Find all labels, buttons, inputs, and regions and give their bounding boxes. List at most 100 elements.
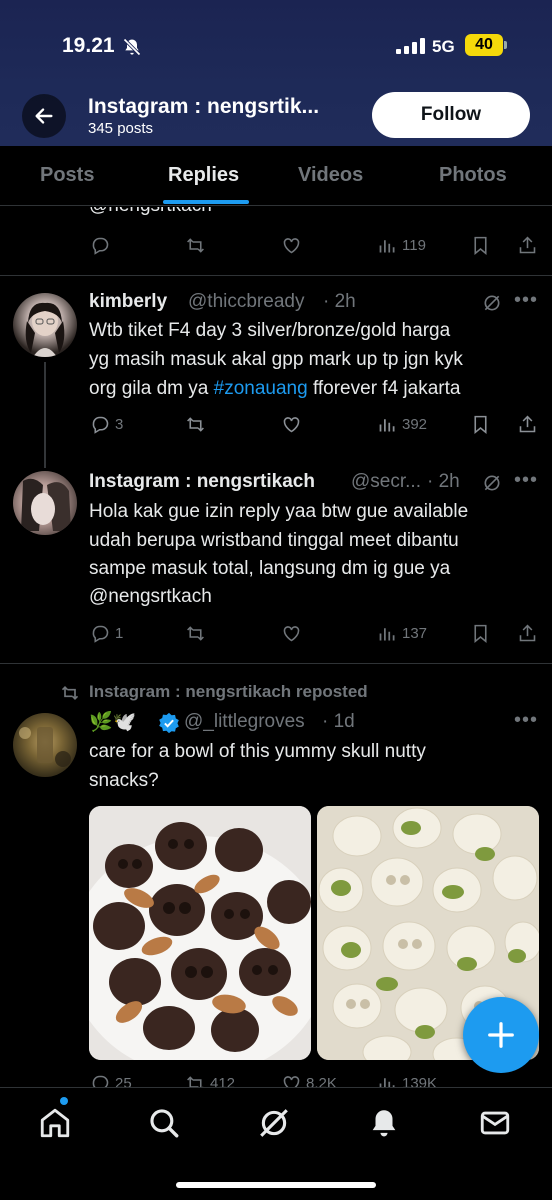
reply-action[interactable] [90,235,111,256]
like-count: 8.2K [306,1075,337,1087]
author-handle[interactable]: @thiccbready [188,291,304,313]
avatar-illustration [21,478,71,531]
bookmark-icon [474,415,487,435]
avatar[interactable] [13,713,77,777]
avatar[interactable] [13,293,77,357]
chocolate-skulls-illustration [89,806,311,1060]
post-text-line: @nengsrtkach [89,586,212,607]
grok-icon[interactable] [482,293,502,313]
back-button[interactable] [22,94,66,138]
share-icon [519,624,536,642]
replies-feed[interactable]: @nengsrtkach 119 kimberly @thiccbready ·… [0,207,552,1087]
post-text-line: yg masih masuk akal gpp mark up tp jgn k… [89,349,463,370]
more-options-button[interactable]: ••• [514,469,538,492]
reply-icon [92,625,109,643]
like-action[interactable]: 8.2K [281,1073,337,1087]
like-action[interactable] [281,414,302,435]
tab-photos[interactable]: Photos [439,164,507,187]
repost-icon [187,626,204,641]
bookmark-icon [474,236,487,256]
repost-count: 412 [210,1075,236,1087]
repost-action[interactable] [185,623,206,644]
battery-level: 40 [465,34,503,56]
author-emoji[interactable]: 🌿🕊️ [89,710,136,734]
tab-videos[interactable]: Videos [298,164,363,187]
tab-posts[interactable]: Posts [40,164,94,187]
author-name[interactable]: Instagram : nengsrtikach [89,471,315,493]
bookmark-action[interactable] [470,414,491,435]
post-text: org gila dm ya [89,378,214,399]
reply-action[interactable]: 3 [90,414,123,435]
views-action[interactable]: 392 [377,414,427,435]
like-action[interactable] [281,623,302,644]
share-action[interactable] [517,414,538,435]
notifications-icon[interactable] [367,1106,401,1140]
tab-replies[interactable]: Replies [168,164,239,187]
like-icon [283,238,300,254]
reply-count: 25 [115,1075,132,1087]
reply-icon [92,237,109,255]
search-icon[interactable] [147,1106,181,1140]
hashtag-link[interactable]: #zonauang [214,378,308,399]
views-count: 139K [402,1075,438,1087]
views-icon [379,419,395,432]
fragment-text: @nengsrtkach [89,207,212,217]
views-icon [379,1078,395,1087]
signal-icon [396,38,425,54]
battery-nub [504,41,507,49]
home-icon[interactable] [38,1106,72,1140]
post-text-line: Hola kak gue izin reply yaa btw gue avai… [89,501,469,522]
repost-icon [187,238,204,253]
follow-button[interactable]: Follow [372,92,530,138]
reply-icon [92,1075,109,1087]
repost-label[interactable]: Instagram : nengsrtikach reposted [89,682,368,702]
reply-icon [92,416,109,434]
bookmark-action[interactable] [470,235,491,256]
grok-icon[interactable] [257,1106,291,1140]
share-action[interactable] [517,623,538,644]
profile-name: Instagram : nengsrtik... [88,95,320,118]
repost-icon [187,1076,204,1087]
reply-count: 3 [115,416,124,433]
author-handle[interactable]: @_littlegroves [184,711,305,733]
unread-indicator [60,1097,68,1105]
verified-icon [159,712,179,734]
author-name[interactable]: kimberly [89,291,167,313]
mail-icon[interactable] [478,1106,512,1140]
post-text-line: sampe masuk total, langsung dm ig gue ya [89,558,451,579]
post-count: 345 posts [88,120,154,137]
author-handle[interactable]: @secr... [351,471,421,493]
post-time: · 2h [427,471,460,492]
reply-action[interactable]: 25 [90,1073,132,1087]
avatar[interactable] [13,471,77,535]
bell-off-icon [123,38,141,56]
share-icon [519,236,536,254]
views-action[interactable]: 137 [377,623,427,644]
post-text-line: care for a bowl of this yummy skull nutt… [89,741,426,762]
post-text: fforever f4 jakarta [307,378,461,399]
back-arrow-icon [35,108,53,124]
profile-header: 19.21 5G 40 Instagram : nengsrtik... 345… [0,0,552,146]
bookmark-action[interactable] [470,623,491,644]
compose-button[interactable] [463,997,539,1073]
home-indicator[interactable] [176,1182,376,1188]
reply-action[interactable]: 1 [90,623,123,644]
more-options-button[interactable]: ••• [514,289,538,312]
like-action[interactable] [281,235,302,256]
repost-action[interactable] [185,235,206,256]
post-text-line: udah berupa wristband tinggal meet diban… [89,530,459,551]
grok-icon[interactable] [482,473,502,493]
more-options-button[interactable]: ••• [514,709,538,732]
repost-action[interactable] [185,414,206,435]
share-action[interactable] [517,235,538,256]
repost-action[interactable]: 412 [185,1073,235,1087]
views-action[interactable]: 139K [377,1073,437,1087]
views-action[interactable]: 119 [377,235,426,256]
post-text-line: snacks? [89,770,159,791]
views-count: 119 [402,237,426,254]
post-text-line: org gila dm ya #zonauang fforever f4 jak… [89,378,460,400]
status-time: 19.21 [62,34,115,57]
repost-icon [61,685,79,701]
post-image-chocolate[interactable] [89,806,311,1060]
views-count: 137 [402,625,428,642]
